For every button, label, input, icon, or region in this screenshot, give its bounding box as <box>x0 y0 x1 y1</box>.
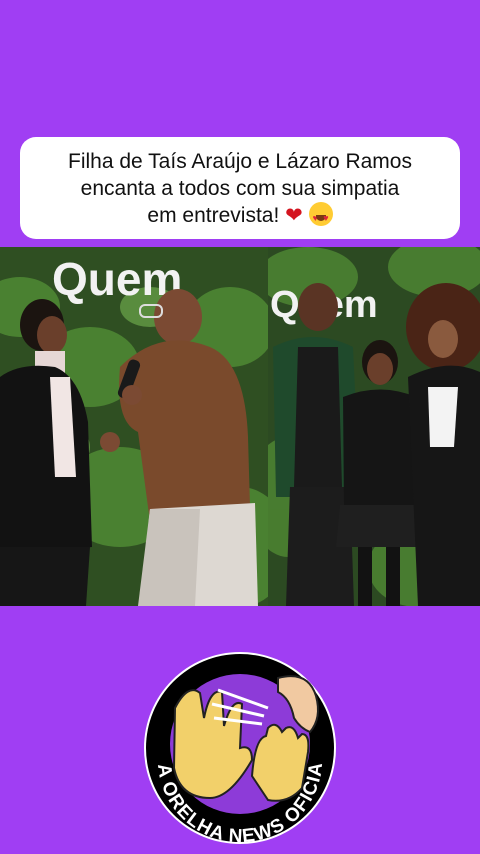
logo-emblem: NA ORELHA NEWS OFICIAL <box>133 632 336 847</box>
na-orelha-news-logo: NA ORELHA NEWS OFICIAL <box>133 632 340 848</box>
heart-eyes-face-icon <box>308 201 333 232</box>
caption-line-1: Filha de Taís Araújo e Lázaro Ramos <box>68 149 412 173</box>
family-photo: Quem <box>268 247 480 606</box>
family-photo-illustration: Quem <box>268 247 480 606</box>
interview-photo: Quem <box>0 247 268 606</box>
post-caption: Filha de Taís Araújo e Lázaro Ramos enca… <box>68 148 412 232</box>
caption-line-3: em entrevista! <box>147 203 280 227</box>
heart-emoji-icon: ❤ <box>285 203 303 227</box>
caption-line-2: encanta a todos com sua simpatia <box>80 176 400 200</box>
post-caption-card: Filha de Taís Araújo e Lázaro Ramos enca… <box>20 137 460 239</box>
interview-photo-illustration: Quem <box>0 247 268 606</box>
photo-collage: Quem Q <box>0 247 480 606</box>
